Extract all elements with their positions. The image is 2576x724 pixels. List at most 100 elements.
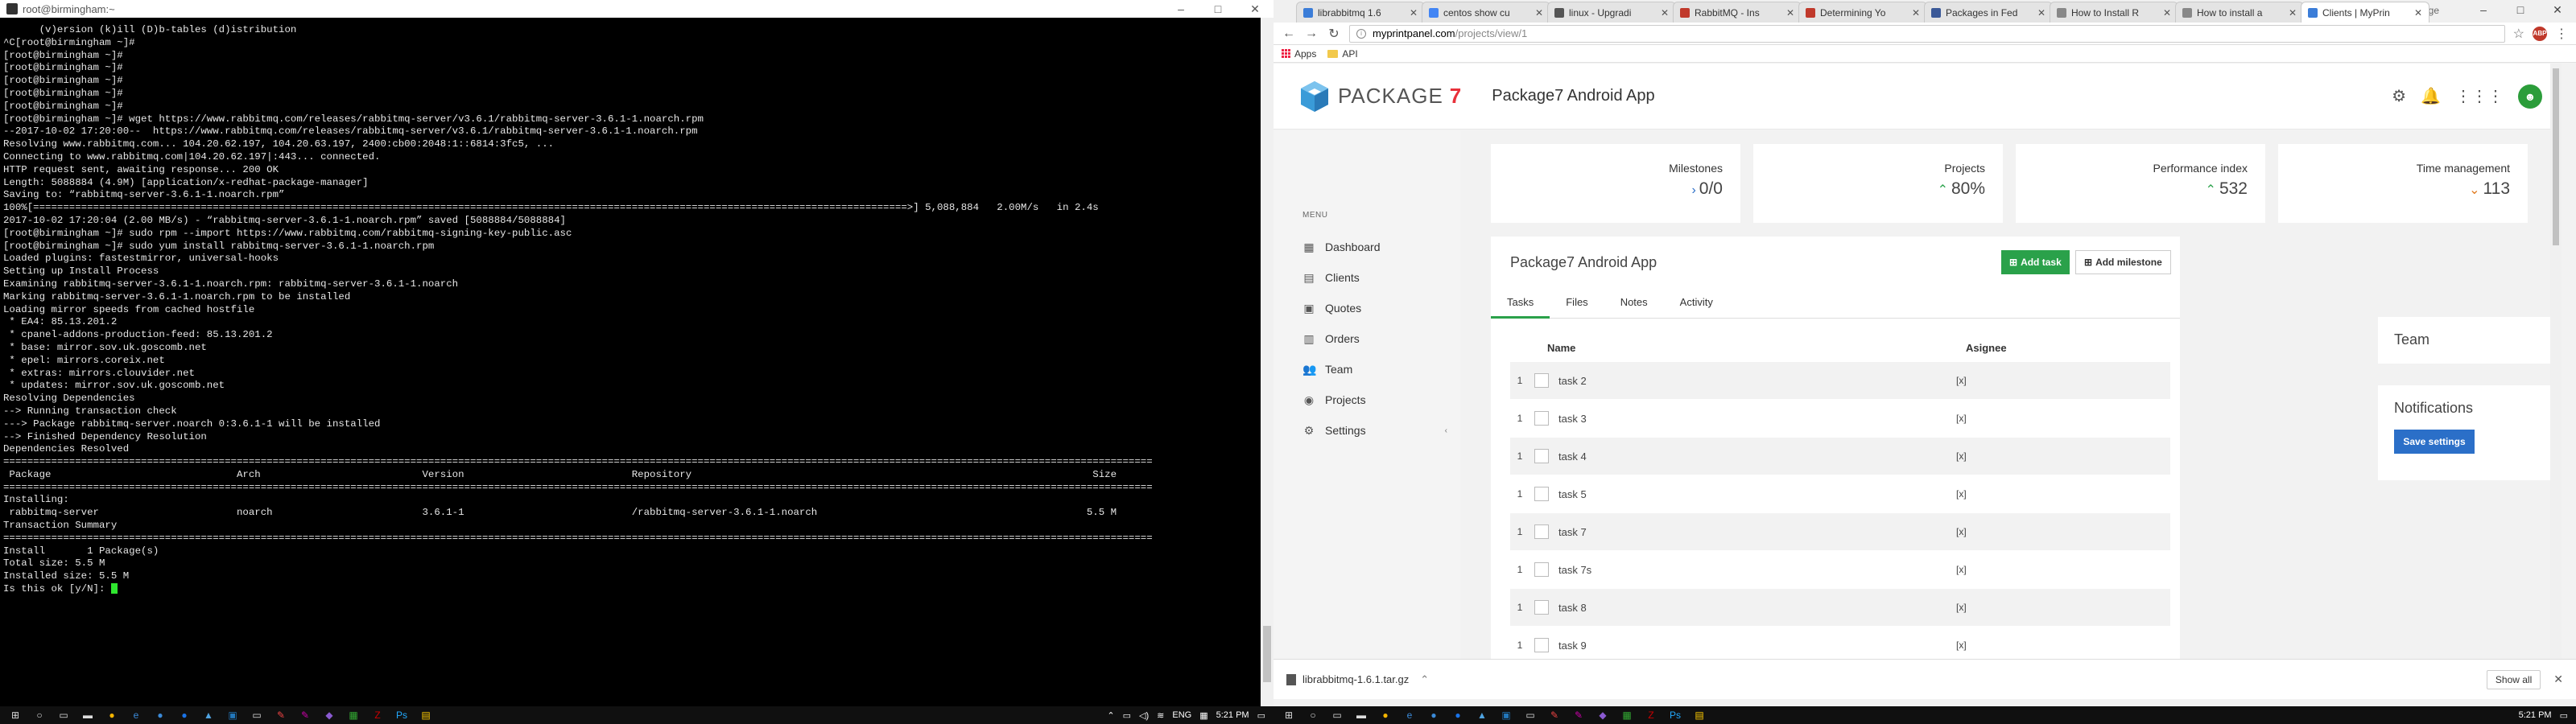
table-row[interactable]: 1 task 3 [x] bbox=[1510, 400, 2170, 438]
browser-tab[interactable]: Determining Yo ✕ bbox=[1798, 2, 1927, 23]
search-icon[interactable]: ○ bbox=[1302, 708, 1323, 722]
edge-icon[interactable]: e bbox=[1399, 708, 1420, 722]
table-row[interactable]: 1 task 9 [x] bbox=[1510, 627, 2170, 659]
save-settings-button[interactable]: Save settings bbox=[2394, 430, 2475, 454]
photoshop-icon[interactable]: Ps bbox=[391, 708, 412, 722]
filezilla-icon[interactable]: Z bbox=[1641, 708, 1662, 722]
language-indicator[interactable]: ENG bbox=[1172, 710, 1191, 720]
task-name[interactable]: task 7s bbox=[1558, 564, 1956, 576]
close-tab-icon[interactable]: ✕ bbox=[2414, 7, 2422, 19]
task-name[interactable]: task 2 bbox=[1558, 375, 1956, 387]
sidebar-item-clients[interactable]: ▤ Clients bbox=[1302, 262, 1447, 293]
table-row[interactable]: 1 task 7 [x] bbox=[1510, 513, 2170, 551]
browser-tab[interactable]: linux - Upgradi ✕ bbox=[1547, 2, 1676, 23]
bookmark-star-icon[interactable]: ☆ bbox=[2513, 26, 2524, 42]
close-tab-icon[interactable]: ✕ bbox=[2289, 7, 2297, 19]
table-row[interactable]: 1 task 4 [x] bbox=[1510, 438, 2170, 475]
scrollbar-thumb[interactable] bbox=[1263, 626, 1271, 682]
task-assignee[interactable]: [x] bbox=[1956, 450, 1967, 462]
app-icon[interactable]: ▲ bbox=[1472, 708, 1492, 722]
add-milestone-button[interactable]: ⊞ Add milestone bbox=[2075, 250, 2171, 274]
task-name[interactable]: task 4 bbox=[1558, 450, 1956, 463]
filezilla-icon[interactable]: Z bbox=[367, 708, 388, 722]
task-view-icon[interactable]: ▭ bbox=[53, 708, 74, 722]
adblock-icon[interactable]: ABP bbox=[2533, 26, 2547, 41]
browser-tab[interactable]: centos show cu ✕ bbox=[1422, 2, 1550, 23]
task-name[interactable]: task 9 bbox=[1558, 640, 1956, 652]
app-icon[interactable]: ✎ bbox=[295, 708, 316, 722]
tab-activity[interactable]: Activity bbox=[1664, 288, 1729, 319]
app-icon[interactable]: ● bbox=[150, 708, 171, 722]
table-row[interactable]: 1 task 5 [x] bbox=[1510, 475, 2170, 513]
gear-icon[interactable]: ⚙ bbox=[2392, 86, 2406, 106]
bookmark-api[interactable]: API bbox=[1327, 48, 1358, 60]
edge-icon[interactable]: e bbox=[126, 708, 147, 722]
sidebar-item-settings[interactable]: ⚙ Settings ‹ bbox=[1302, 415, 1447, 446]
sidebar-item-team[interactable]: 👥 Team bbox=[1302, 354, 1447, 385]
task-assignee[interactable]: [x] bbox=[1956, 413, 1967, 424]
chrome-icon[interactable]: ● bbox=[1375, 708, 1396, 722]
task-checkbox[interactable] bbox=[1534, 487, 1549, 501]
terminal-scrollbar[interactable] bbox=[1261, 18, 1274, 706]
minimize-button[interactable]: – bbox=[1162, 2, 1199, 16]
app-icon[interactable]: ▦ bbox=[1616, 708, 1637, 722]
network-icon[interactable]: ▭ bbox=[1123, 710, 1131, 721]
task-name[interactable]: task 3 bbox=[1558, 413, 1956, 425]
browser-tab[interactable]: Clients | MyPrin ✕ bbox=[2301, 2, 2429, 23]
folder-icon[interactable]: ▬ bbox=[77, 708, 98, 722]
bell-icon[interactable]: 🔔 bbox=[2421, 86, 2441, 106]
task-checkbox[interactable] bbox=[1534, 600, 1549, 615]
terminal-output[interactable]: (v)ersion (k)ill (D)b-tables (d)istribut… bbox=[0, 18, 1261, 706]
browser-tab[interactable]: How to Install R ✕ bbox=[2050, 2, 2178, 23]
chrome-icon[interactable]: ● bbox=[101, 708, 122, 722]
tray-chevron-icon[interactable]: ⌃ bbox=[1107, 710, 1114, 721]
close-tab-icon[interactable]: ✕ bbox=[1661, 7, 1669, 19]
sidebar-item-projects[interactable]: ◉ Projects bbox=[1302, 385, 1447, 415]
forward-arrow-icon[interactable]: → bbox=[1304, 27, 1319, 41]
clock[interactable]: 5:21 PM bbox=[1216, 710, 1249, 720]
sidebar-item-quotes[interactable]: ▣ Quotes bbox=[1302, 293, 1447, 323]
close-tab-icon[interactable]: ✕ bbox=[2037, 7, 2046, 19]
tab-notes[interactable]: Notes bbox=[1604, 288, 1664, 319]
volume-icon[interactable]: ◁) bbox=[1139, 710, 1149, 721]
logo[interactable]: PACKAGE 7 bbox=[1298, 80, 1461, 113]
wifi-icon[interactable]: ≋ bbox=[1157, 710, 1164, 721]
chevron-up-icon[interactable]: ⌃ bbox=[1420, 673, 1429, 686]
photoshop-icon[interactable]: Ps bbox=[1665, 708, 1686, 722]
task-checkbox[interactable] bbox=[1534, 638, 1549, 652]
app-icon[interactable]: ● bbox=[1447, 708, 1468, 722]
visual-studio-icon[interactable]: ◆ bbox=[319, 708, 340, 722]
table-row[interactable]: 1 task 8 [x] bbox=[1510, 589, 2170, 627]
close-tab-icon[interactable]: ✕ bbox=[2163, 7, 2171, 19]
close-tab-icon[interactable]: ✕ bbox=[1410, 7, 1418, 19]
table-row[interactable]: 1 task 7s [x] bbox=[1510, 551, 2170, 589]
folder-icon[interactable]: ▬ bbox=[1351, 708, 1372, 722]
app-icon[interactable]: ▣ bbox=[222, 708, 243, 722]
bookmark-apps[interactable]: Apps bbox=[1282, 48, 1316, 60]
task-assignee[interactable]: [x] bbox=[1956, 640, 1967, 651]
maximize-button[interactable]: □ bbox=[2502, 0, 2539, 19]
sidebar-item-orders[interactable]: ▥ Orders bbox=[1302, 323, 1447, 354]
sidebar-item-dashboard[interactable]: ▦ Dashboard bbox=[1302, 232, 1447, 262]
chrome-menu-icon[interactable]: ⋮ bbox=[2555, 26, 2568, 42]
start-icon[interactable]: ⊞ bbox=[1278, 708, 1299, 722]
terminal-task-icon[interactable]: ▭ bbox=[246, 708, 267, 722]
browser-tab[interactable]: Packages in Fed ✕ bbox=[1924, 2, 2053, 23]
app-icon[interactable]: ▲ bbox=[198, 708, 219, 722]
reload-icon[interactable]: ↻ bbox=[1327, 26, 1341, 42]
app-icon[interactable]: ● bbox=[174, 708, 195, 722]
app-icon[interactable]: ▤ bbox=[415, 708, 436, 722]
tab-tasks[interactable]: Tasks bbox=[1491, 288, 1550, 319]
tab-files[interactable]: Files bbox=[1550, 288, 1604, 319]
address-bar[interactable]: i myprintpanel.com/projects/view/1 bbox=[1349, 24, 2505, 43]
app-icon[interactable]: ✎ bbox=[1568, 708, 1589, 722]
close-tab-icon[interactable]: ✕ bbox=[1912, 7, 1920, 19]
table-row[interactable]: 1 task 2 [x] bbox=[1510, 362, 2170, 400]
page-scrollbar[interactable] bbox=[2550, 64, 2562, 659]
task-assignee[interactable]: [x] bbox=[1956, 526, 1967, 537]
browser-tab[interactable]: librabbitmq 1.6 ✕ bbox=[1296, 2, 1425, 23]
task-assignee[interactable]: [x] bbox=[1956, 602, 1967, 613]
maximize-button[interactable]: □ bbox=[1199, 2, 1236, 16]
keyboard-icon[interactable]: ▦ bbox=[1199, 710, 1208, 721]
task-assignee[interactable]: [x] bbox=[1956, 488, 1967, 500]
